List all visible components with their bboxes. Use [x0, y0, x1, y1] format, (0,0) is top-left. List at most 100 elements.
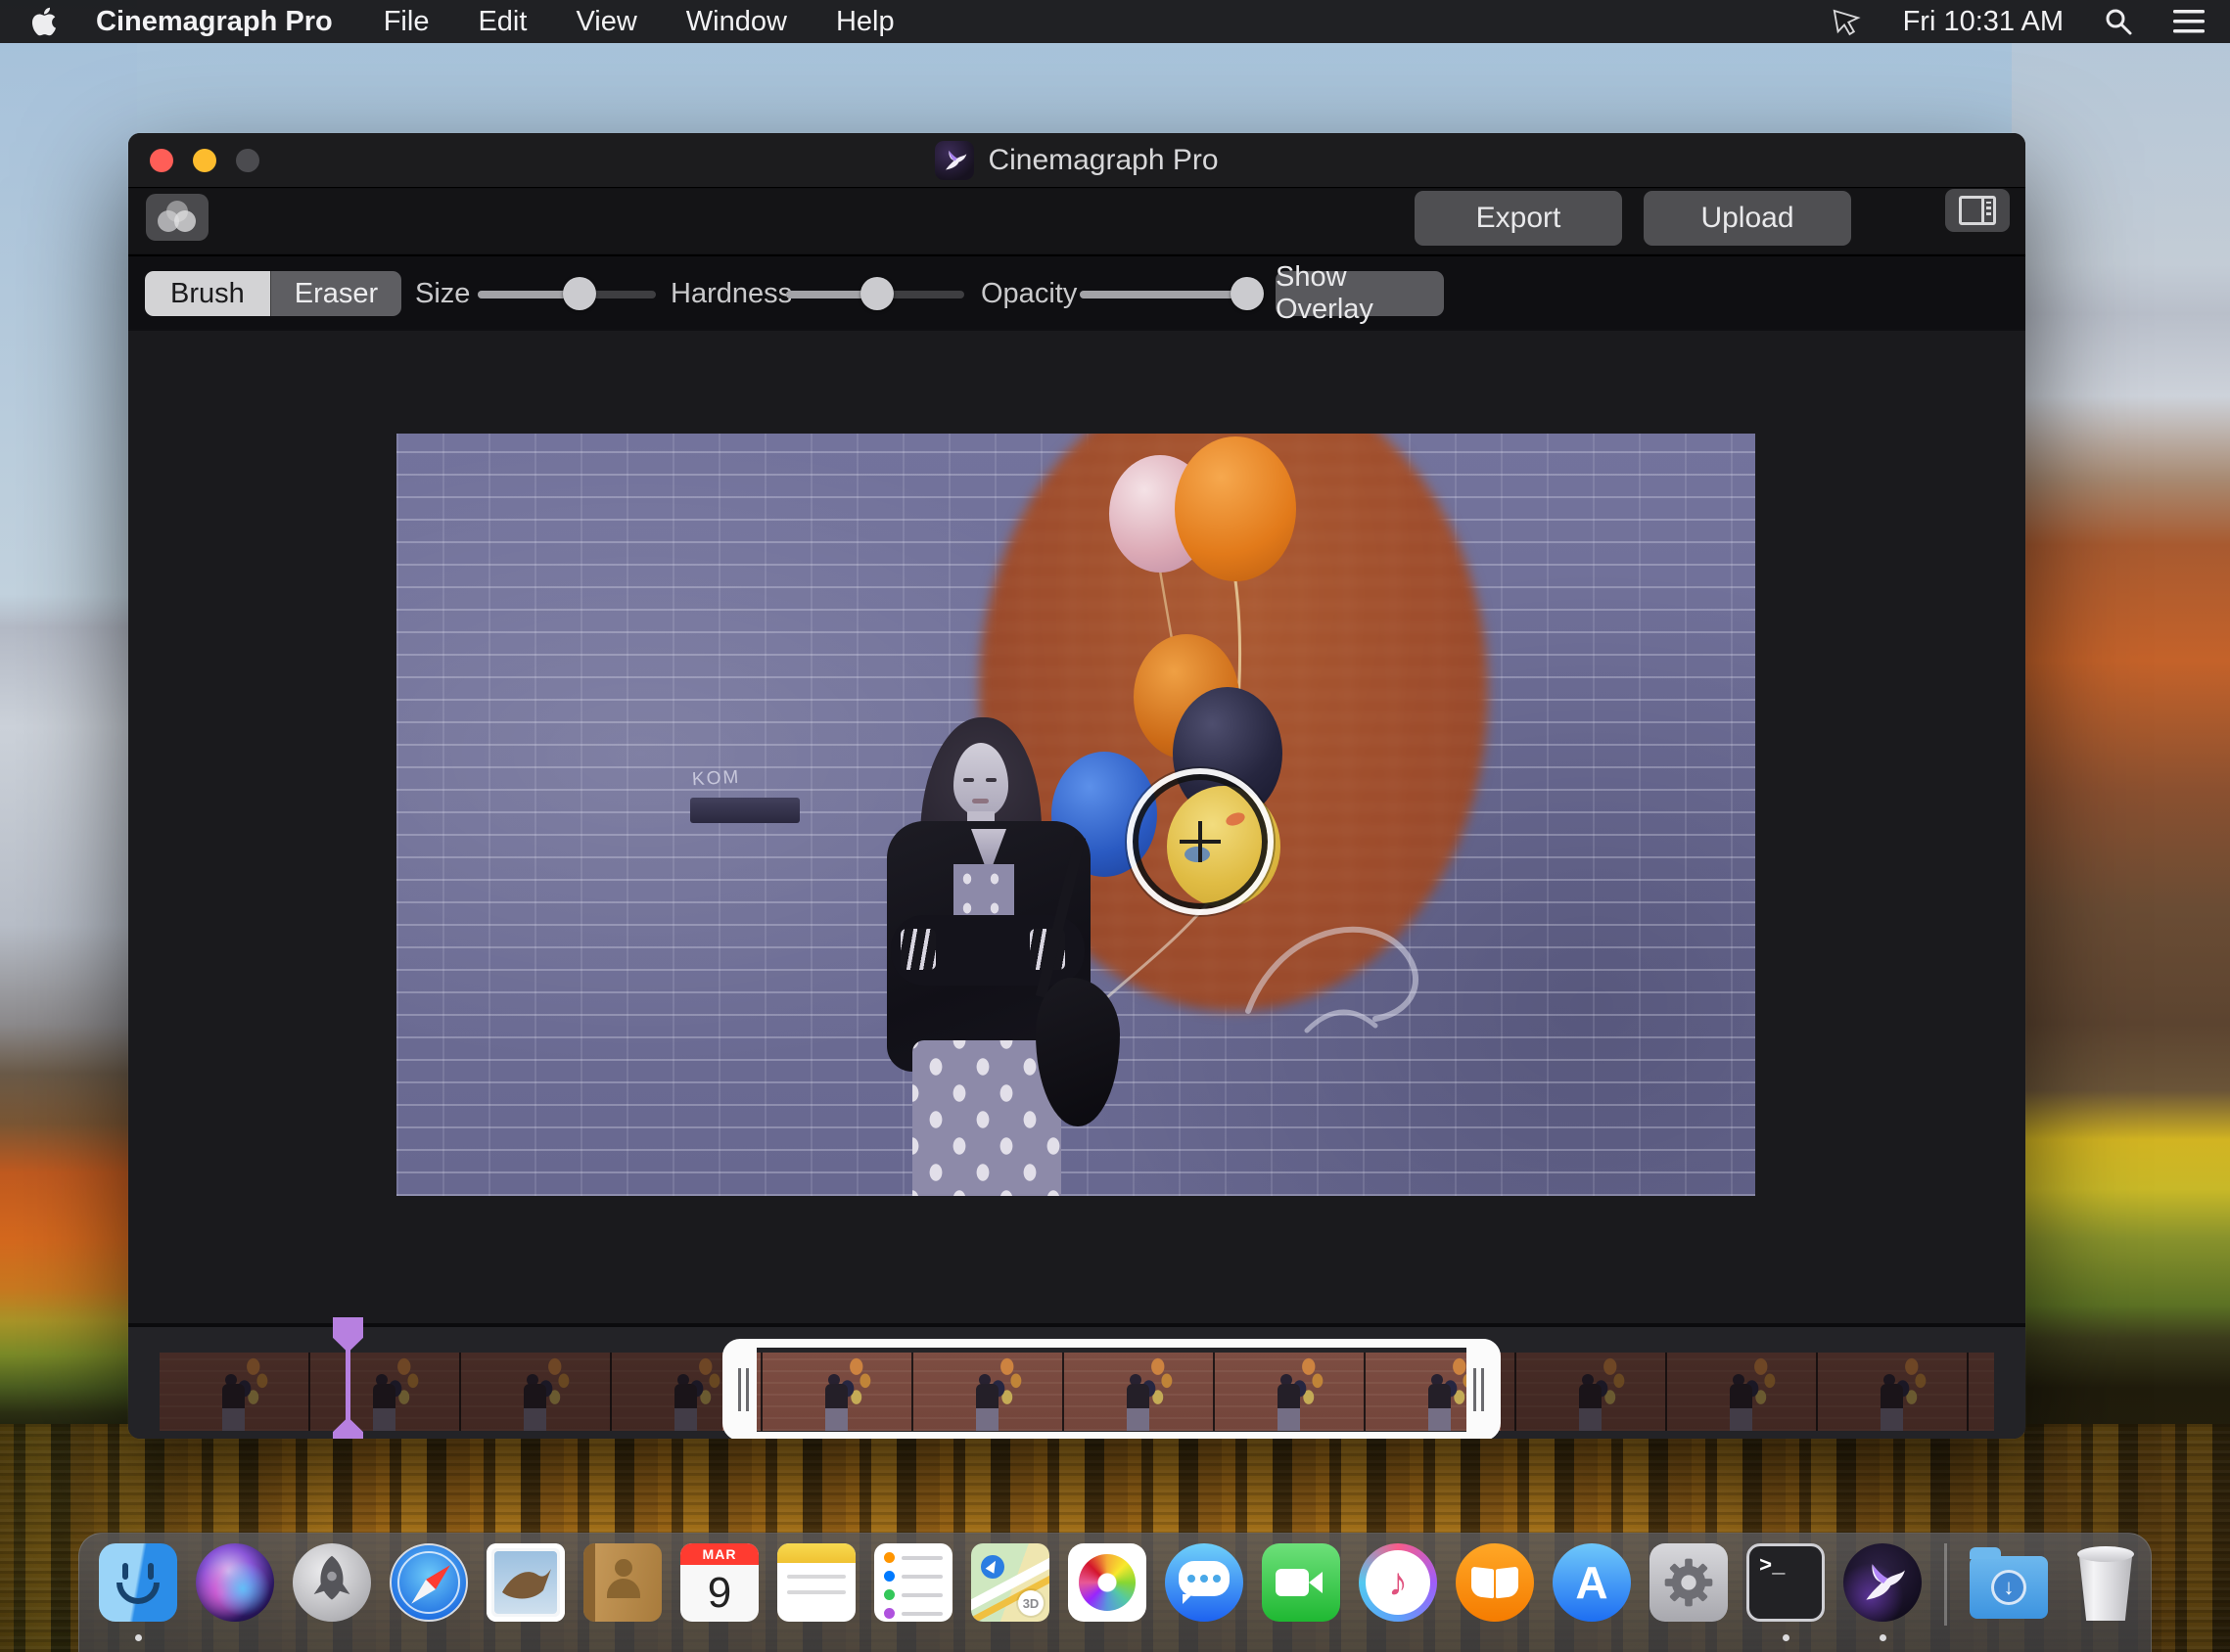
menu-window[interactable]: Window: [686, 6, 787, 38]
orange-balloon-top: [1175, 436, 1296, 581]
hummingbird-icon: [1843, 1543, 1922, 1622]
dock-siri[interactable]: [196, 1543, 274, 1622]
wallpaper-left-mountain: [0, 0, 137, 1652]
eraser-tab[interactable]: Eraser: [270, 271, 401, 316]
dock-finder[interactable]: [99, 1543, 177, 1622]
window-titlebar[interactable]: Cinemagraph Pro: [128, 133, 2025, 188]
menubar-clock[interactable]: Fri 10:31 AM: [1903, 6, 2064, 38]
dock-maps[interactable]: 3D: [971, 1543, 1049, 1622]
size-slider-thumb[interactable]: [563, 277, 596, 310]
download-arrow-glyph: ↓: [2004, 1575, 2015, 1600]
contacts-book-icon: [583, 1543, 662, 1622]
dock-system-preferences[interactable]: [1649, 1543, 1728, 1622]
apple-menu-icon[interactable]: [29, 5, 59, 38]
video-canvas[interactable]: KOM: [396, 434, 1755, 1196]
photos-flower-icon: [1068, 1543, 1146, 1622]
jacket-cuff-left: [901, 929, 936, 970]
terminal-icon: >_: [1746, 1543, 1825, 1622]
dock-notes[interactable]: [777, 1543, 856, 1622]
dock-trash[interactable]: [2067, 1543, 2145, 1622]
dock-books[interactable]: [1456, 1543, 1534, 1622]
dock-messages[interactable]: [1165, 1543, 1243, 1622]
woman-dress-chest: [953, 864, 1014, 921]
opacity-label: Opacity: [981, 278, 1077, 310]
cursor-icon: [1833, 6, 1864, 37]
finder-icon: [99, 1543, 177, 1622]
menu-bar: Cinemagraph Pro File Edit View Window He…: [0, 0, 2230, 43]
toolbar: Export Upload: [128, 189, 2025, 253]
spotlight-search-icon[interactable]: [2103, 6, 2134, 37]
cinemagraph-pro-window: Cinemagraph Pro Export Upload Brush Eras…: [128, 133, 2025, 1439]
filters-button[interactable]: [146, 194, 209, 241]
dock-launchpad[interactable]: [293, 1543, 371, 1622]
cinemagraph-running-indicator: [1880, 1634, 1886, 1641]
trim-selection[interactable]: [722, 1339, 1501, 1439]
siri-icon: [196, 1543, 274, 1622]
brush-cursor[interactable]: [1127, 768, 1274, 915]
books-icon: [1456, 1543, 1534, 1622]
window-app-icon: [935, 141, 974, 180]
timeline-dim-right: [1501, 1353, 1994, 1431]
finder-running-indicator: [135, 1634, 142, 1641]
toggle-sidebar-button[interactable]: [1945, 189, 2010, 232]
notification-center-icon[interactable]: [2173, 6, 2205, 37]
dock-separator: [1944, 1543, 1947, 1626]
export-button[interactable]: Export: [1415, 191, 1622, 246]
trim-handle-left[interactable]: [731, 1348, 757, 1432]
menu-help[interactable]: Help: [836, 6, 895, 38]
overlapping-circles-icon: [158, 201, 197, 234]
dock-photos[interactable]: [1068, 1543, 1146, 1622]
timeline: [128, 1323, 2025, 1439]
close-button[interactable]: [150, 149, 173, 172]
dock-mail[interactable]: [487, 1543, 565, 1622]
dock-app-store[interactable]: A: [1553, 1543, 1631, 1622]
minimize-button[interactable]: [193, 149, 216, 172]
dock-reminders[interactable]: [874, 1543, 952, 1622]
safari-compass-icon: [390, 1543, 468, 1622]
gear-icon: [1649, 1543, 1728, 1622]
hardness-slider-thumb[interactable]: [860, 277, 894, 310]
show-overlay-button[interactable]: Show Overlay: [1276, 271, 1444, 316]
canvas-area: KOM: [128, 331, 2025, 1323]
reminders-icon: [874, 1543, 952, 1622]
dock-cinemagraph-pro[interactable]: [1843, 1543, 1922, 1622]
zoom-button-disabled: [236, 149, 259, 172]
menu-view[interactable]: View: [576, 6, 636, 38]
dock-downloads[interactable]: ↓: [1970, 1543, 2048, 1622]
terminal-prompt-glyph: >_: [1759, 1554, 1785, 1579]
maps-icon: 3D: [971, 1543, 1049, 1622]
brush-tool-row: Brush Eraser Size Hardness Opacity Show …: [128, 254, 2025, 329]
calendar-icon: MAR 9: [680, 1543, 759, 1622]
opacity-slider-thumb[interactable]: [1231, 277, 1264, 310]
brush-tab[interactable]: Brush: [145, 271, 270, 316]
trim-handle-right[interactable]: [1466, 1348, 1492, 1432]
sidebar-panel-icon: [1959, 196, 1996, 225]
facetime-camera-icon: [1262, 1543, 1340, 1622]
trash-icon: [2075, 1546, 2136, 1621]
app-store-icon: A: [1553, 1543, 1631, 1622]
menu-file[interactable]: File: [384, 6, 430, 38]
woman-figure: [881, 717, 1106, 1196]
size-label: Size: [415, 278, 470, 310]
dock-contacts[interactable]: [583, 1543, 662, 1622]
opacity-slider-fill: [1080, 291, 1247, 298]
dock-itunes[interactable]: ♪: [1359, 1543, 1437, 1622]
dock-calendar[interactable]: MAR 9: [680, 1543, 759, 1622]
upload-button[interactable]: Upload: [1644, 191, 1851, 246]
calendar-month: MAR: [680, 1543, 759, 1565]
maps-3d-badge: 3D: [1018, 1590, 1044, 1616]
dock: MAR 9 3D ♪: [78, 1533, 2152, 1652]
menubar-app-name[interactable]: Cinemagraph Pro: [96, 6, 333, 38]
dock-facetime[interactable]: [1262, 1543, 1340, 1622]
dock-safari[interactable]: [390, 1543, 468, 1622]
menu-edit[interactable]: Edit: [478, 6, 527, 38]
timeline-dim-left: [160, 1353, 722, 1431]
messages-bubble-icon: [1165, 1543, 1243, 1622]
size-slider[interactable]: [478, 274, 656, 313]
hardness-slider[interactable]: [786, 274, 964, 313]
itunes-icon: ♪: [1359, 1543, 1437, 1622]
opacity-slider[interactable]: [1080, 274, 1256, 313]
notes-icon: [777, 1543, 856, 1622]
launchpad-rocket-icon: [293, 1543, 371, 1622]
dock-terminal[interactable]: >_: [1746, 1543, 1825, 1622]
